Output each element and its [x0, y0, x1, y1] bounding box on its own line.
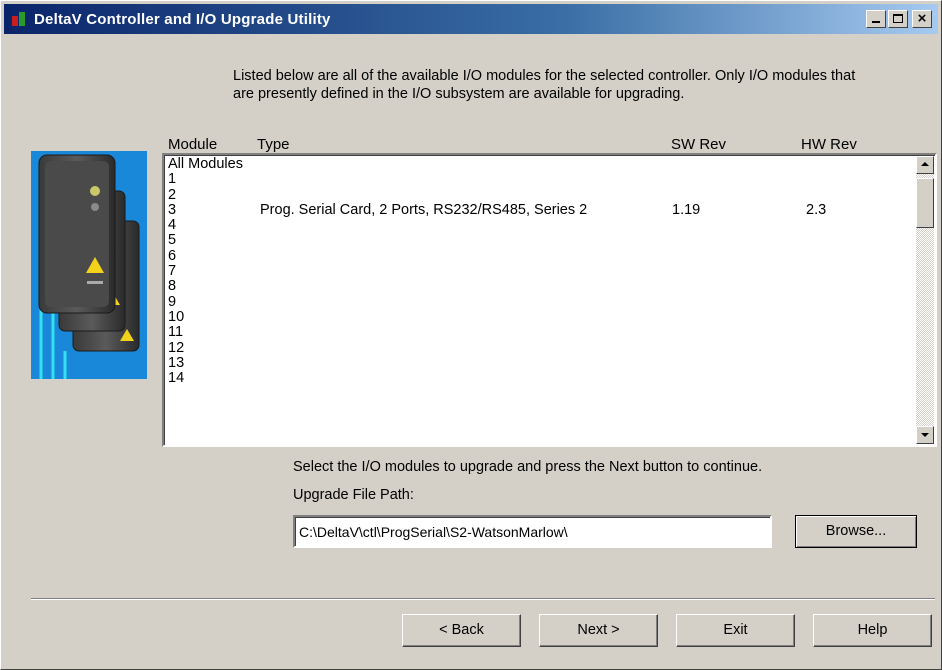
main-window: DeltaV Controller and I/O Upgrade Utilit… — [0, 0, 942, 670]
module-cell: 10 — [168, 308, 185, 325]
list-item[interactable]: 4 — [166, 217, 915, 234]
list-item[interactable]: 1 — [166, 171, 915, 188]
module-cell: 13 — [168, 354, 185, 371]
exit-button[interactable]: Exit — [676, 614, 795, 647]
list-item[interactable]: 11 — [166, 324, 915, 341]
list-item[interactable]: 10 — [166, 308, 915, 325]
instructions-text: Listed below are all of the available I/… — [233, 68, 856, 102]
list-item[interactable]: 2 — [166, 186, 915, 203]
column-header-sw-rev: SW Rev — [671, 136, 727, 153]
list-item[interactable]: 8 — [166, 278, 915, 295]
next-button[interactable]: Next > — [539, 614, 658, 647]
list-item[interactable]: 14 — [166, 370, 915, 387]
minimize-icon — [872, 21, 880, 23]
back-button[interactable]: < Back — [402, 614, 521, 647]
browse-button[interactable]: Browse... — [795, 515, 917, 548]
column-header-module: Module — [168, 136, 218, 153]
scroll-up-button[interactable] — [916, 156, 934, 174]
list-item[interactable]: 3 Prog. Serial Card, 2 Ports, RS232/RS485… — [166, 201, 915, 218]
minimize-button[interactable] — [866, 10, 886, 28]
list-item[interactable]: 13 — [166, 354, 915, 371]
window-controls: × — [866, 10, 932, 28]
sw-rev-cell: 1.19 — [672, 201, 701, 218]
select-instruction: Select the I/O modules to upgrade and pr… — [293, 459, 763, 475]
scroll-thumb[interactable] — [916, 178, 934, 228]
module-list[interactable]: All Modules 1 2 3 Prog. Serial Card, 2 Ports… — [166, 157, 915, 445]
module-cell: 11 — [168, 324, 184, 341]
upgrade-path-input[interactable] — [293, 515, 772, 548]
title-bar[interactable]: DeltaV Controller and I/O Upgrade Utilit… — [4, 4, 938, 34]
type-cell: Prog. Serial Card, 2 Ports, RS232/RS485,… — [260, 201, 588, 218]
list-item[interactable]: 6 — [166, 247, 915, 264]
module-cell: 4 — [168, 217, 177, 234]
close-button[interactable]: × — [912, 10, 932, 28]
module-cell: 1 — [168, 171, 177, 188]
list-item[interactable]: 5 — [166, 232, 915, 249]
module-cell: 7 — [168, 263, 177, 280]
window-title: DeltaV Controller and I/O Upgrade Utilit… — [34, 10, 331, 28]
separator — [31, 598, 935, 600]
column-header-type: Type — [257, 136, 290, 153]
module-cell: 2 — [168, 186, 177, 203]
list-item[interactable]: 7 — [166, 263, 915, 280]
hw-rev-cell: 2.3 — [806, 201, 827, 218]
arrow-up-icon — [921, 162, 929, 166]
module-cell: 5 — [168, 232, 177, 249]
module-cell: 8 — [168, 278, 177, 295]
list-item[interactable]: 9 — [166, 293, 915, 310]
vertical-scrollbar[interactable] — [916, 156, 934, 444]
column-header-hw-rev: HW Rev — [801, 136, 857, 153]
module-cell: 12 — [168, 339, 185, 356]
help-button[interactable]: Help — [813, 614, 932, 647]
module-cell: 14 — [168, 370, 185, 387]
scroll-down-button[interactable] — [916, 426, 934, 444]
module-cell: 3 — [168, 201, 177, 218]
io-card-hardware-image — [31, 151, 147, 379]
module-cell: 6 — [168, 247, 177, 264]
module-listbox[interactable]: All Modules 1 2 3 Prog. Serial Card, 2 Ports… — [162, 153, 937, 447]
close-icon: × — [917, 10, 927, 27]
maximize-button[interactable] — [888, 10, 908, 28]
arrow-down-icon — [921, 433, 929, 437]
list-item[interactable]: 12 — [166, 339, 915, 356]
upgrade-path-label: Upgrade File Path: — [293, 487, 414, 503]
module-cell: 9 — [168, 293, 177, 310]
maximize-icon — [893, 14, 903, 23]
app-icon — [12, 12, 26, 26]
module-cell: All Modules — [168, 157, 243, 172]
list-item[interactable]: All Modules — [166, 157, 915, 172]
